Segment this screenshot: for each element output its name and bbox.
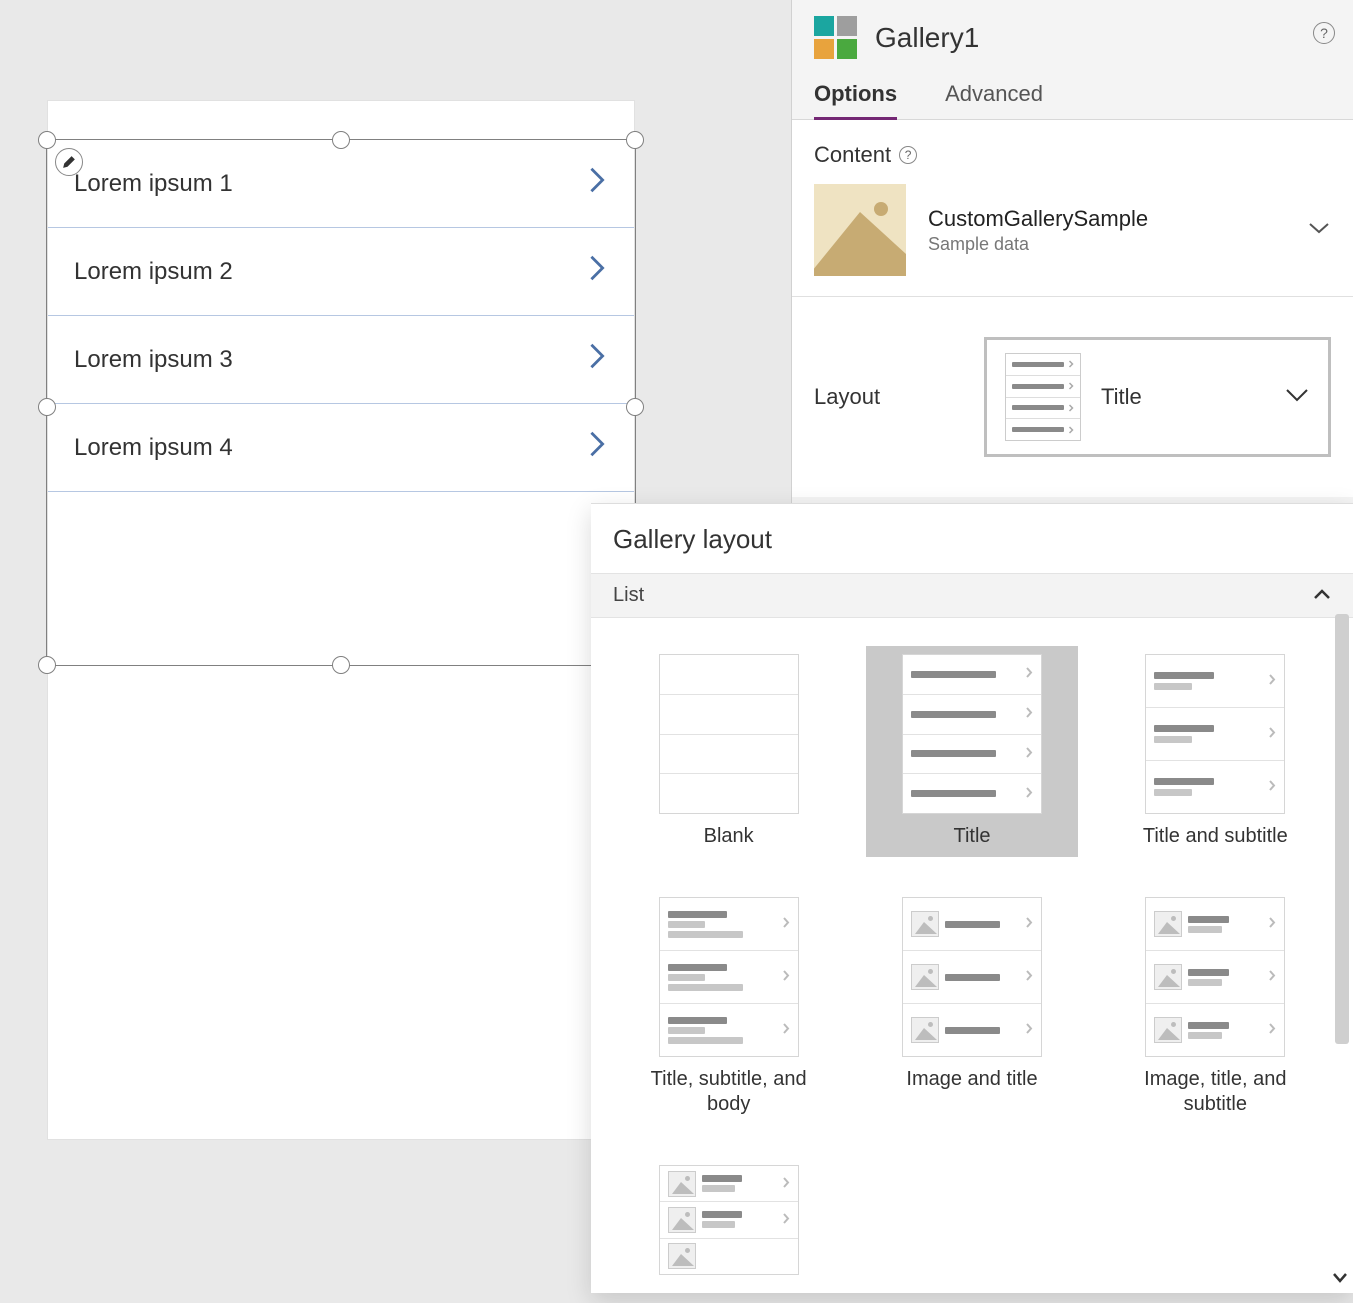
layout-tile-title[interactable]: Title <box>866 646 1077 857</box>
resize-handle[interactable] <box>332 656 350 674</box>
edit-template-button[interactable] <box>55 148 83 176</box>
layout-dropdown[interactable]: Title <box>984 337 1331 457</box>
panel-tabs: Options Advanced <box>792 59 1353 120</box>
resize-handle[interactable] <box>38 131 56 149</box>
help-icon[interactable]: ? <box>1313 22 1335 44</box>
layout-tile-label: Title, subtitle, and body <box>631 1067 826 1117</box>
chevron-down-icon[interactable] <box>1327 1263 1353 1293</box>
selection-outline <box>47 140 635 665</box>
chevron-up-icon[interactable] <box>1313 584 1331 607</box>
scrollbar-thumb[interactable] <box>1335 614 1349 1044</box>
image-placeholder-icon <box>814 184 906 276</box>
layout-thumbnail <box>1145 897 1285 1057</box>
layout-tile-image-title[interactable]: Image and title <box>866 889 1077 1125</box>
datasource-picker[interactable]: CustomGallerySample Sample data <box>814 184 1331 276</box>
help-icon[interactable]: ? <box>899 146 917 164</box>
layout-thumbnail <box>902 654 1042 814</box>
resize-handle[interactable] <box>38 656 56 674</box>
layout-tile-label: Title and subtitle <box>1143 824 1288 849</box>
chevron-down-icon[interactable] <box>1307 220 1331 241</box>
resize-handle[interactable] <box>626 131 644 149</box>
control-name[interactable]: Gallery1 <box>875 22 979 54</box>
tab-options[interactable]: Options <box>814 81 897 120</box>
layout-tile-label: Image and title <box>906 1067 1037 1092</box>
layout-tile-image-title-subtitle[interactable]: Image, title, and subtitle <box>1110 889 1321 1125</box>
flyout-title: Gallery layout <box>591 504 1353 573</box>
layout-selected-value: Title <box>1101 384 1264 410</box>
datasource-name: CustomGallerySample <box>928 206 1148 232</box>
layout-tile-label: Blank <box>704 824 754 849</box>
layout-tile-more[interactable] <box>623 1157 834 1283</box>
resize-handle[interactable] <box>626 398 644 416</box>
layout-tile-blank[interactable]: Blank <box>623 646 834 857</box>
datasource-subtitle: Sample data <box>928 234 1148 255</box>
gallery-type-icon <box>814 16 857 59</box>
layout-tile-label: Image, title, and subtitle <box>1118 1067 1313 1117</box>
layout-tile-label: Title <box>953 824 990 849</box>
resize-handle[interactable] <box>332 131 350 149</box>
resize-handle[interactable] <box>38 398 56 416</box>
layout-thumbnail <box>1005 353 1081 441</box>
layout-tile-grid: Blank Title Title and subtitle <box>591 618 1353 1303</box>
flyout-group-name: List <box>613 584 644 607</box>
layout-thumbnail <box>659 897 799 1057</box>
layout-thumbnail <box>902 897 1042 1057</box>
layout-label: Layout <box>814 384 954 410</box>
chevron-down-icon[interactable] <box>1284 387 1310 408</box>
tab-advanced[interactable]: Advanced <box>945 81 1043 120</box>
layout-thumbnail <box>659 654 799 814</box>
layout-tile-title-subtitle-body[interactable]: Title, subtitle, and body <box>623 889 834 1125</box>
layout-tile-title-subtitle[interactable]: Title and subtitle <box>1110 646 1321 857</box>
layout-thumbnail <box>659 1165 799 1275</box>
layout-thumbnail <box>1145 654 1285 814</box>
layout-flyout: Gallery layout List Blank Title <box>591 503 1353 1293</box>
content-heading: Content ? <box>814 142 1331 168</box>
